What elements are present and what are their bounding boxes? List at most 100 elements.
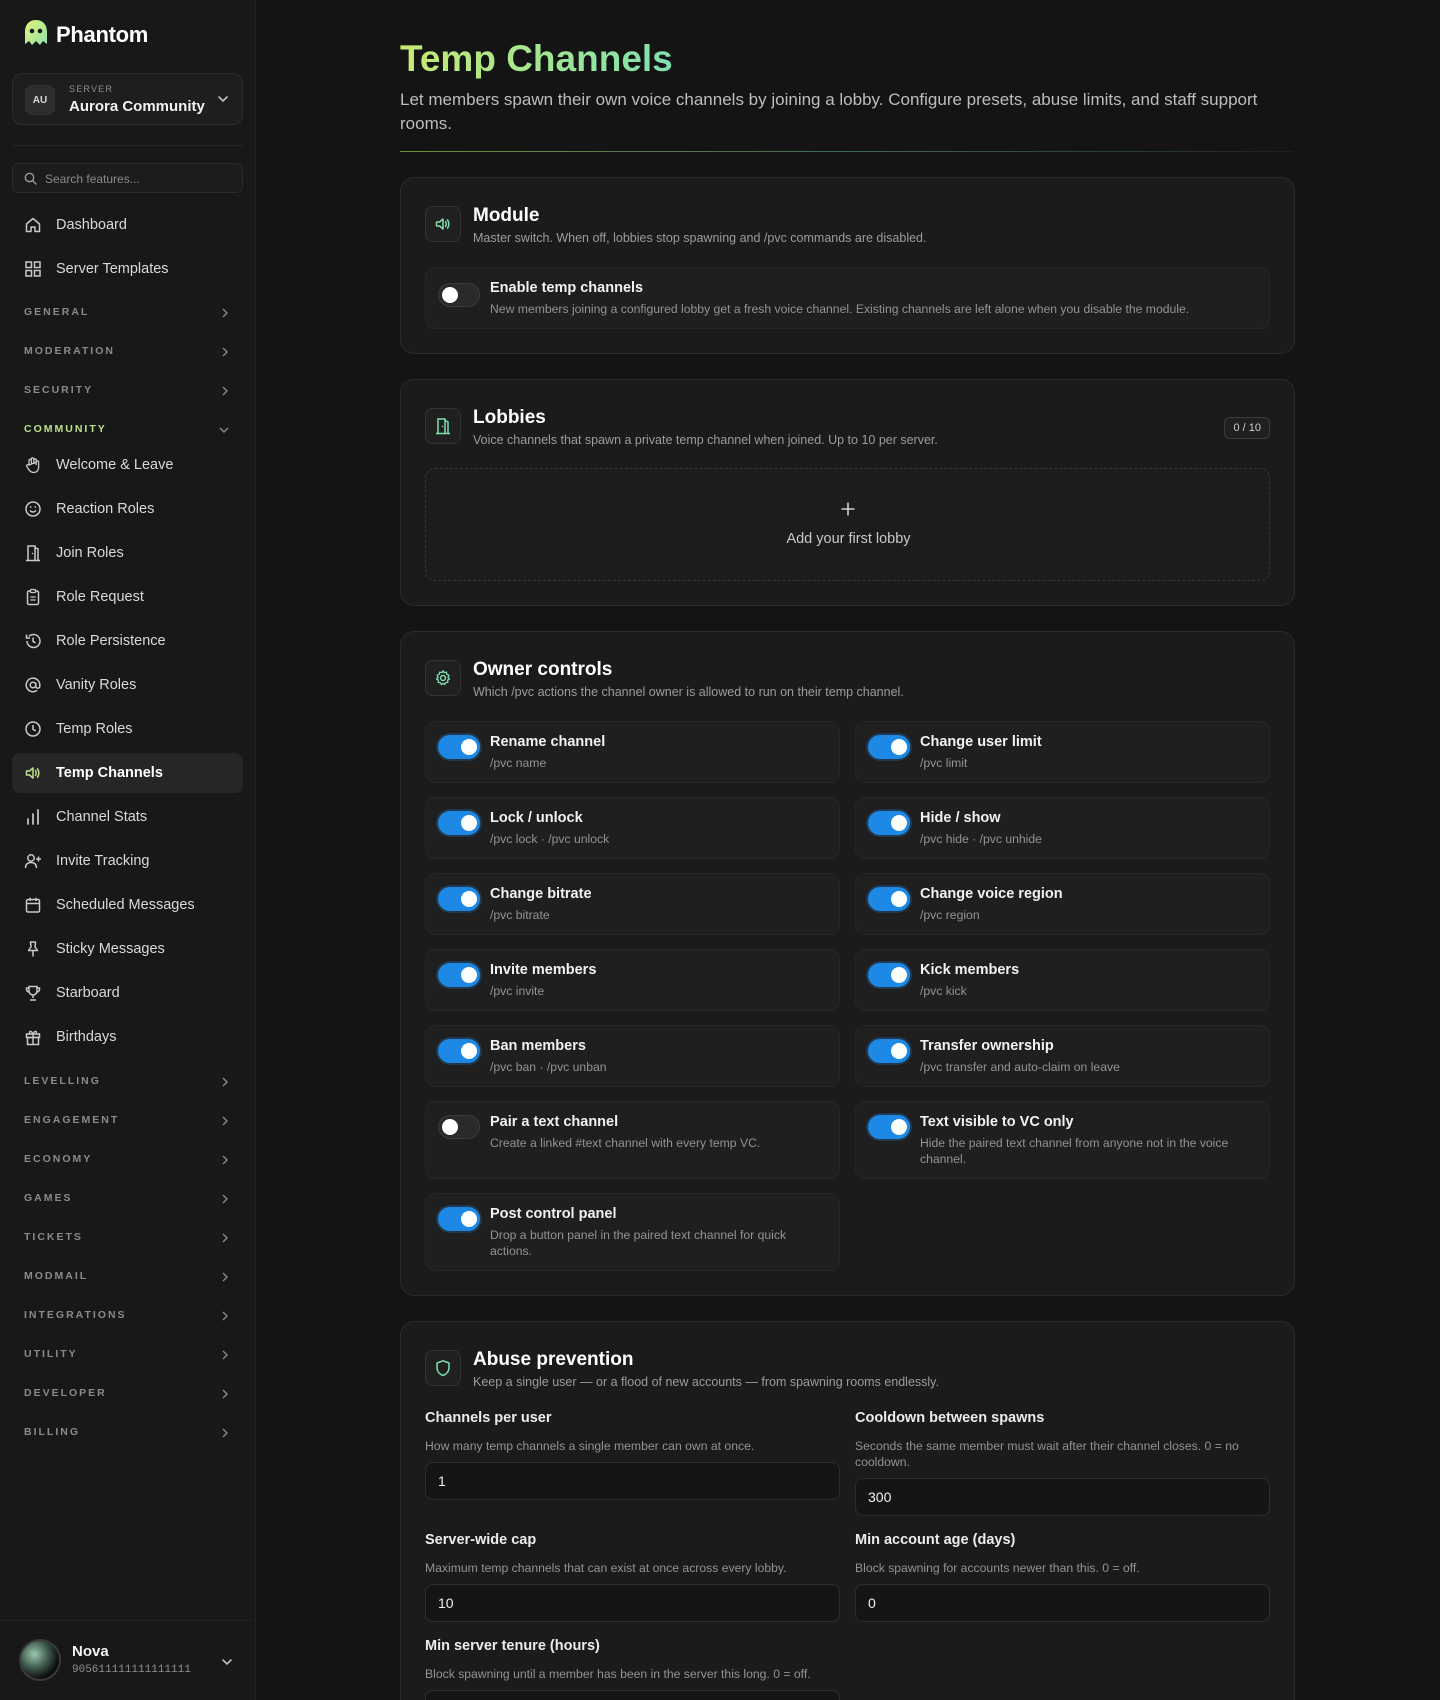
sidebar-item-invite-tracking[interactable]: Invite Tracking [12, 841, 243, 881]
sidebar-item-vanity-roles[interactable]: Vanity Roles [12, 665, 243, 705]
at-sign-icon [23, 675, 43, 695]
chevron-right-icon [220, 1270, 230, 1288]
sidebar-item-role-request[interactable]: Role Request [12, 577, 243, 617]
change-voice-region-toggle[interactable] [868, 887, 910, 911]
invite-members-toggle[interactable] [438, 963, 480, 987]
text-visible-vc-only-toggle[interactable] [868, 1115, 910, 1139]
page-subtitle: Let members spawn their own voice channe… [400, 90, 1258, 133]
brand[interactable]: Phantom [22, 18, 148, 53]
chevron-down-icon [220, 1655, 234, 1674]
sidebar-item-temp-channels[interactable]: Temp Channels [12, 753, 243, 793]
user-name: Nova [72, 1643, 109, 1660]
server-selector[interactable]: AU SERVER Aurora Community [12, 73, 243, 125]
section-moderation[interactable]: MODERATION [24, 341, 230, 361]
sidebar-item-reaction-roles[interactable]: Reaction Roles [12, 489, 243, 529]
sidebar-item-sticky-messages[interactable]: Sticky Messages [12, 929, 243, 969]
change-user-limit-toggle[interactable] [868, 735, 910, 759]
card-title: Module [473, 205, 540, 226]
post-control-panel-toggle[interactable] [438, 1207, 480, 1231]
section-utility[interactable]: UTILITY [24, 1344, 230, 1364]
history-icon [23, 631, 43, 651]
card-description: Keep a single user — or a flood of new a… [473, 1375, 939, 1389]
sidebar-item-label: Temp Channels [56, 765, 163, 781]
sidebar-item-label: Invite Tracking [56, 853, 150, 869]
search-input[interactable] [45, 168, 235, 190]
plus-icon [840, 501, 856, 522]
section-billing[interactable]: BILLING [24, 1422, 230, 1442]
section-general[interactable]: GENERAL [24, 302, 230, 322]
section-games[interactable]: GAMES [24, 1188, 230, 1208]
module-card: Module Master switch. When off, lobbies … [400, 177, 1295, 354]
min-server-tenure-label: Min server tenure (hours) [425, 1638, 600, 1654]
chevron-right-icon [220, 1153, 230, 1171]
sidebar-item-birthdays[interactable]: Birthdays [12, 1017, 243, 1057]
sidebar-item-label: Vanity Roles [56, 677, 137, 693]
min-account-age-input[interactable] [855, 1584, 1270, 1622]
sidebar-item-role-persistence[interactable]: Role Persistence [12, 621, 243, 661]
gift-icon [23, 1027, 43, 1047]
sidebar-item-starboard[interactable]: Starboard [12, 973, 243, 1013]
cooldown-input[interactable] [855, 1478, 1270, 1516]
cooldown-help: Seconds the same member must wait after … [855, 1439, 1239, 1469]
server-wide-cap-input[interactable] [425, 1584, 840, 1622]
option-title: Transfer ownership [920, 1038, 1054, 1054]
ban-members-toggle[interactable] [438, 1039, 480, 1063]
channels-per-user-input[interactable] [425, 1462, 840, 1500]
search-box[interactable] [12, 163, 243, 193]
hide-show-toggle[interactable] [868, 811, 910, 835]
section-security[interactable]: SECURITY [24, 380, 230, 400]
sidebar-item-channel-stats[interactable]: Channel Stats [12, 797, 243, 837]
sidebar-item-welcome-leave[interactable]: Welcome & Leave [12, 445, 243, 485]
ghost-icon [22, 18, 50, 53]
page-title: Temp Channels [400, 38, 673, 79]
change-bitrate-toggle[interactable] [438, 887, 480, 911]
kick-members-toggle[interactable] [868, 963, 910, 987]
section-engagement[interactable]: ENGAGEMENT [24, 1110, 230, 1130]
section-developer[interactable]: DEVELOPER [24, 1383, 230, 1403]
sidebar-item-label: Join Roles [56, 545, 124, 561]
section-modmail[interactable]: MODMAIL [24, 1266, 230, 1286]
user-id: 905611111111111111 [72, 1664, 191, 1676]
option-description: /pvc name [490, 756, 547, 770]
add-lobby-button[interactable]: Add your first lobby [425, 468, 1270, 581]
option-hide-show: Hide / show /pvc hide · /pvc unhide [855, 797, 1270, 859]
option-description: Hide the paired text channel from anyone… [920, 1136, 1229, 1166]
sidebar: Phantom AU SERVER Aurora Community Dashb… [0, 0, 256, 1700]
sidebar-item-server-templates[interactable]: Server Templates [12, 249, 243, 289]
section-label: ECONOMY [24, 1153, 93, 1165]
section-community[interactable]: COMMUNITY [24, 419, 230, 439]
min-server-tenure-input[interactable] [425, 1690, 840, 1700]
sidebar-item-dashboard[interactable]: Dashboard [12, 205, 243, 245]
user-menu[interactable]: Nova 905611111111111111 [0, 1620, 256, 1700]
chevron-right-icon [220, 384, 230, 402]
chevron-right-icon [220, 306, 230, 324]
option-title: Text visible to VC only [920, 1114, 1074, 1130]
enable-temp-channels-toggle[interactable] [438, 283, 480, 307]
option-title: Lock / unlock [490, 810, 583, 826]
sidebar-item-label: Role Request [56, 589, 144, 605]
card-description: Voice channels that spawn a private temp… [473, 433, 938, 447]
lock-unlock-toggle[interactable] [438, 811, 480, 835]
door-icon [23, 543, 43, 563]
rename-channel-toggle[interactable] [438, 735, 480, 759]
chevron-right-icon [220, 1426, 230, 1444]
pair-text-channel-toggle[interactable] [438, 1115, 480, 1139]
section-integrations[interactable]: INTEGRATIONS [24, 1305, 230, 1325]
section-tickets[interactable]: TICKETS [24, 1227, 230, 1247]
channels-per-user-label: Channels per user [425, 1410, 552, 1426]
sidebar-item-temp-roles[interactable]: Temp Roles [12, 709, 243, 749]
card-title: Abuse prevention [473, 1349, 634, 1370]
chevron-right-icon [220, 1387, 230, 1405]
section-economy[interactable]: ECONOMY [24, 1149, 230, 1169]
sidebar-item-join-roles[interactable]: Join Roles [12, 533, 243, 573]
gear-icon [425, 660, 461, 696]
sidebar-item-scheduled-messages[interactable]: Scheduled Messages [12, 885, 243, 925]
section-label: DEVELOPER [24, 1387, 107, 1399]
transfer-ownership-toggle[interactable] [868, 1039, 910, 1063]
card-description: Master switch. When off, lobbies stop sp… [473, 231, 927, 245]
option-title: Invite members [490, 962, 597, 978]
section-levelling[interactable]: LEVELLING [24, 1071, 230, 1091]
server-wide-cap-label: Server-wide cap [425, 1532, 537, 1548]
speaker-icon [425, 206, 461, 242]
section-label: INTEGRATIONS [24, 1309, 127, 1321]
